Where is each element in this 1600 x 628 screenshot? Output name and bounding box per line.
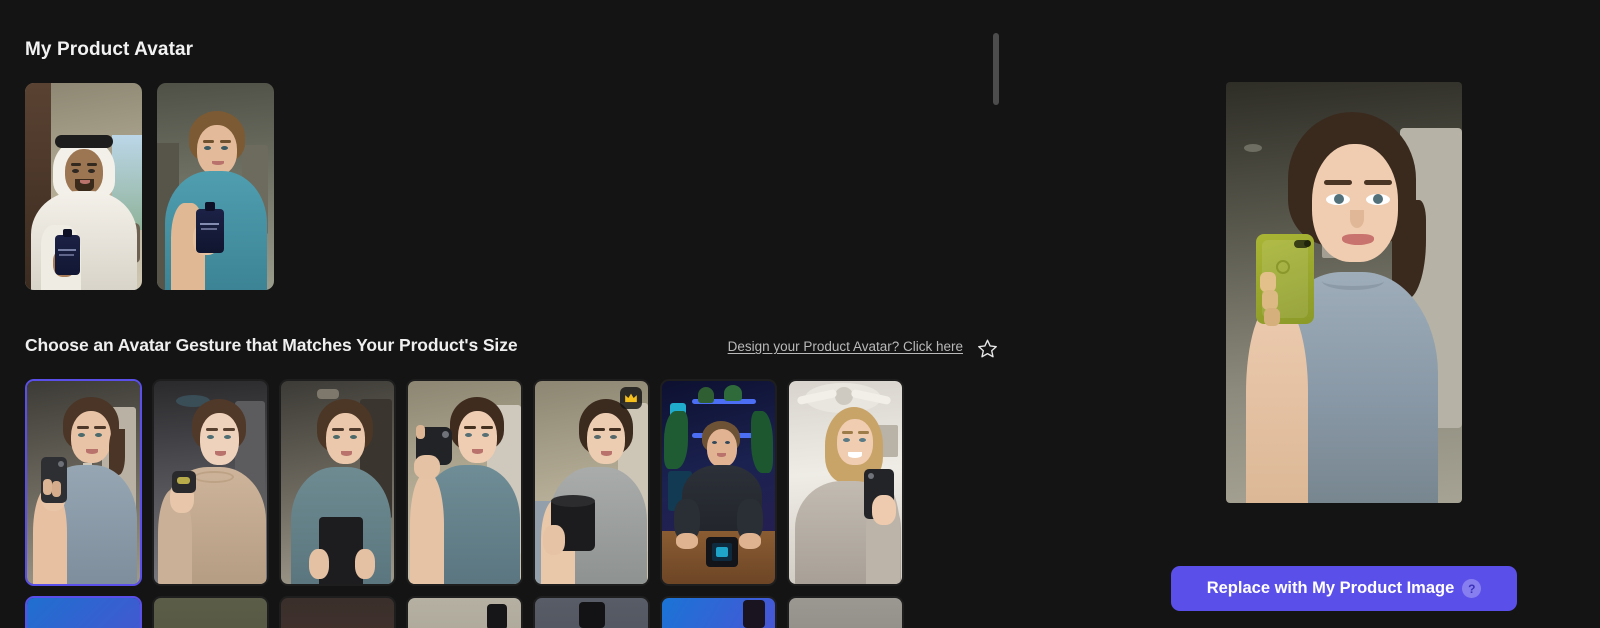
- gesture-card-6[interactable]: [660, 379, 777, 586]
- gesture-card-13[interactable]: [660, 596, 777, 628]
- help-icon[interactable]: ?: [1462, 579, 1482, 598]
- gesture-section-header: Choose an Avatar Gesture that Matches Yo…: [25, 335, 1000, 361]
- my-product-avatar-list: [25, 83, 274, 290]
- page-title: My Product Avatar: [25, 39, 194, 60]
- avatar-thumb-2[interactable]: [157, 83, 274, 290]
- gesture-section-title: Choose an Avatar Gesture that Matches Yo…: [25, 335, 518, 355]
- gesture-card-1[interactable]: [25, 379, 142, 586]
- gesture-card-4[interactable]: [406, 379, 523, 586]
- scrollbar-track[interactable]: [993, 30, 999, 620]
- design-product-avatar-link[interactable]: Design your Product Avatar? Click here: [728, 339, 963, 354]
- gesture-card-2[interactable]: [152, 379, 269, 586]
- replace-button-label: Replace with My Product Image: [1206, 579, 1455, 597]
- gesture-card-8[interactable]: [25, 596, 142, 628]
- gesture-card-grid: [25, 379, 990, 628]
- gesture-card-3[interactable]: [279, 379, 396, 586]
- premium-crown-icon: [620, 387, 642, 409]
- gesture-card-7[interactable]: [787, 379, 904, 586]
- gesture-card-11[interactable]: [406, 596, 523, 628]
- gesture-browser-panel: My Product Avatar Choose an Avatar Gestu…: [0, 0, 1010, 628]
- gesture-card-9[interactable]: [152, 596, 269, 628]
- product-preview-image[interactable]: [1226, 82, 1462, 503]
- scrollbar-thumb[interactable]: [993, 33, 999, 105]
- app-root: My Product Avatar Choose an Avatar Gestu…: [0, 0, 1600, 628]
- gesture-card-5[interactable]: [533, 379, 650, 586]
- replace-with-my-product-image-button[interactable]: Replace with My Product Image ?: [1171, 566, 1517, 611]
- gesture-card-10[interactable]: [279, 596, 396, 628]
- gesture-card-12[interactable]: [533, 596, 650, 628]
- gesture-card-14[interactable]: [787, 596, 904, 628]
- avatar-thumb-1[interactable]: [25, 83, 142, 290]
